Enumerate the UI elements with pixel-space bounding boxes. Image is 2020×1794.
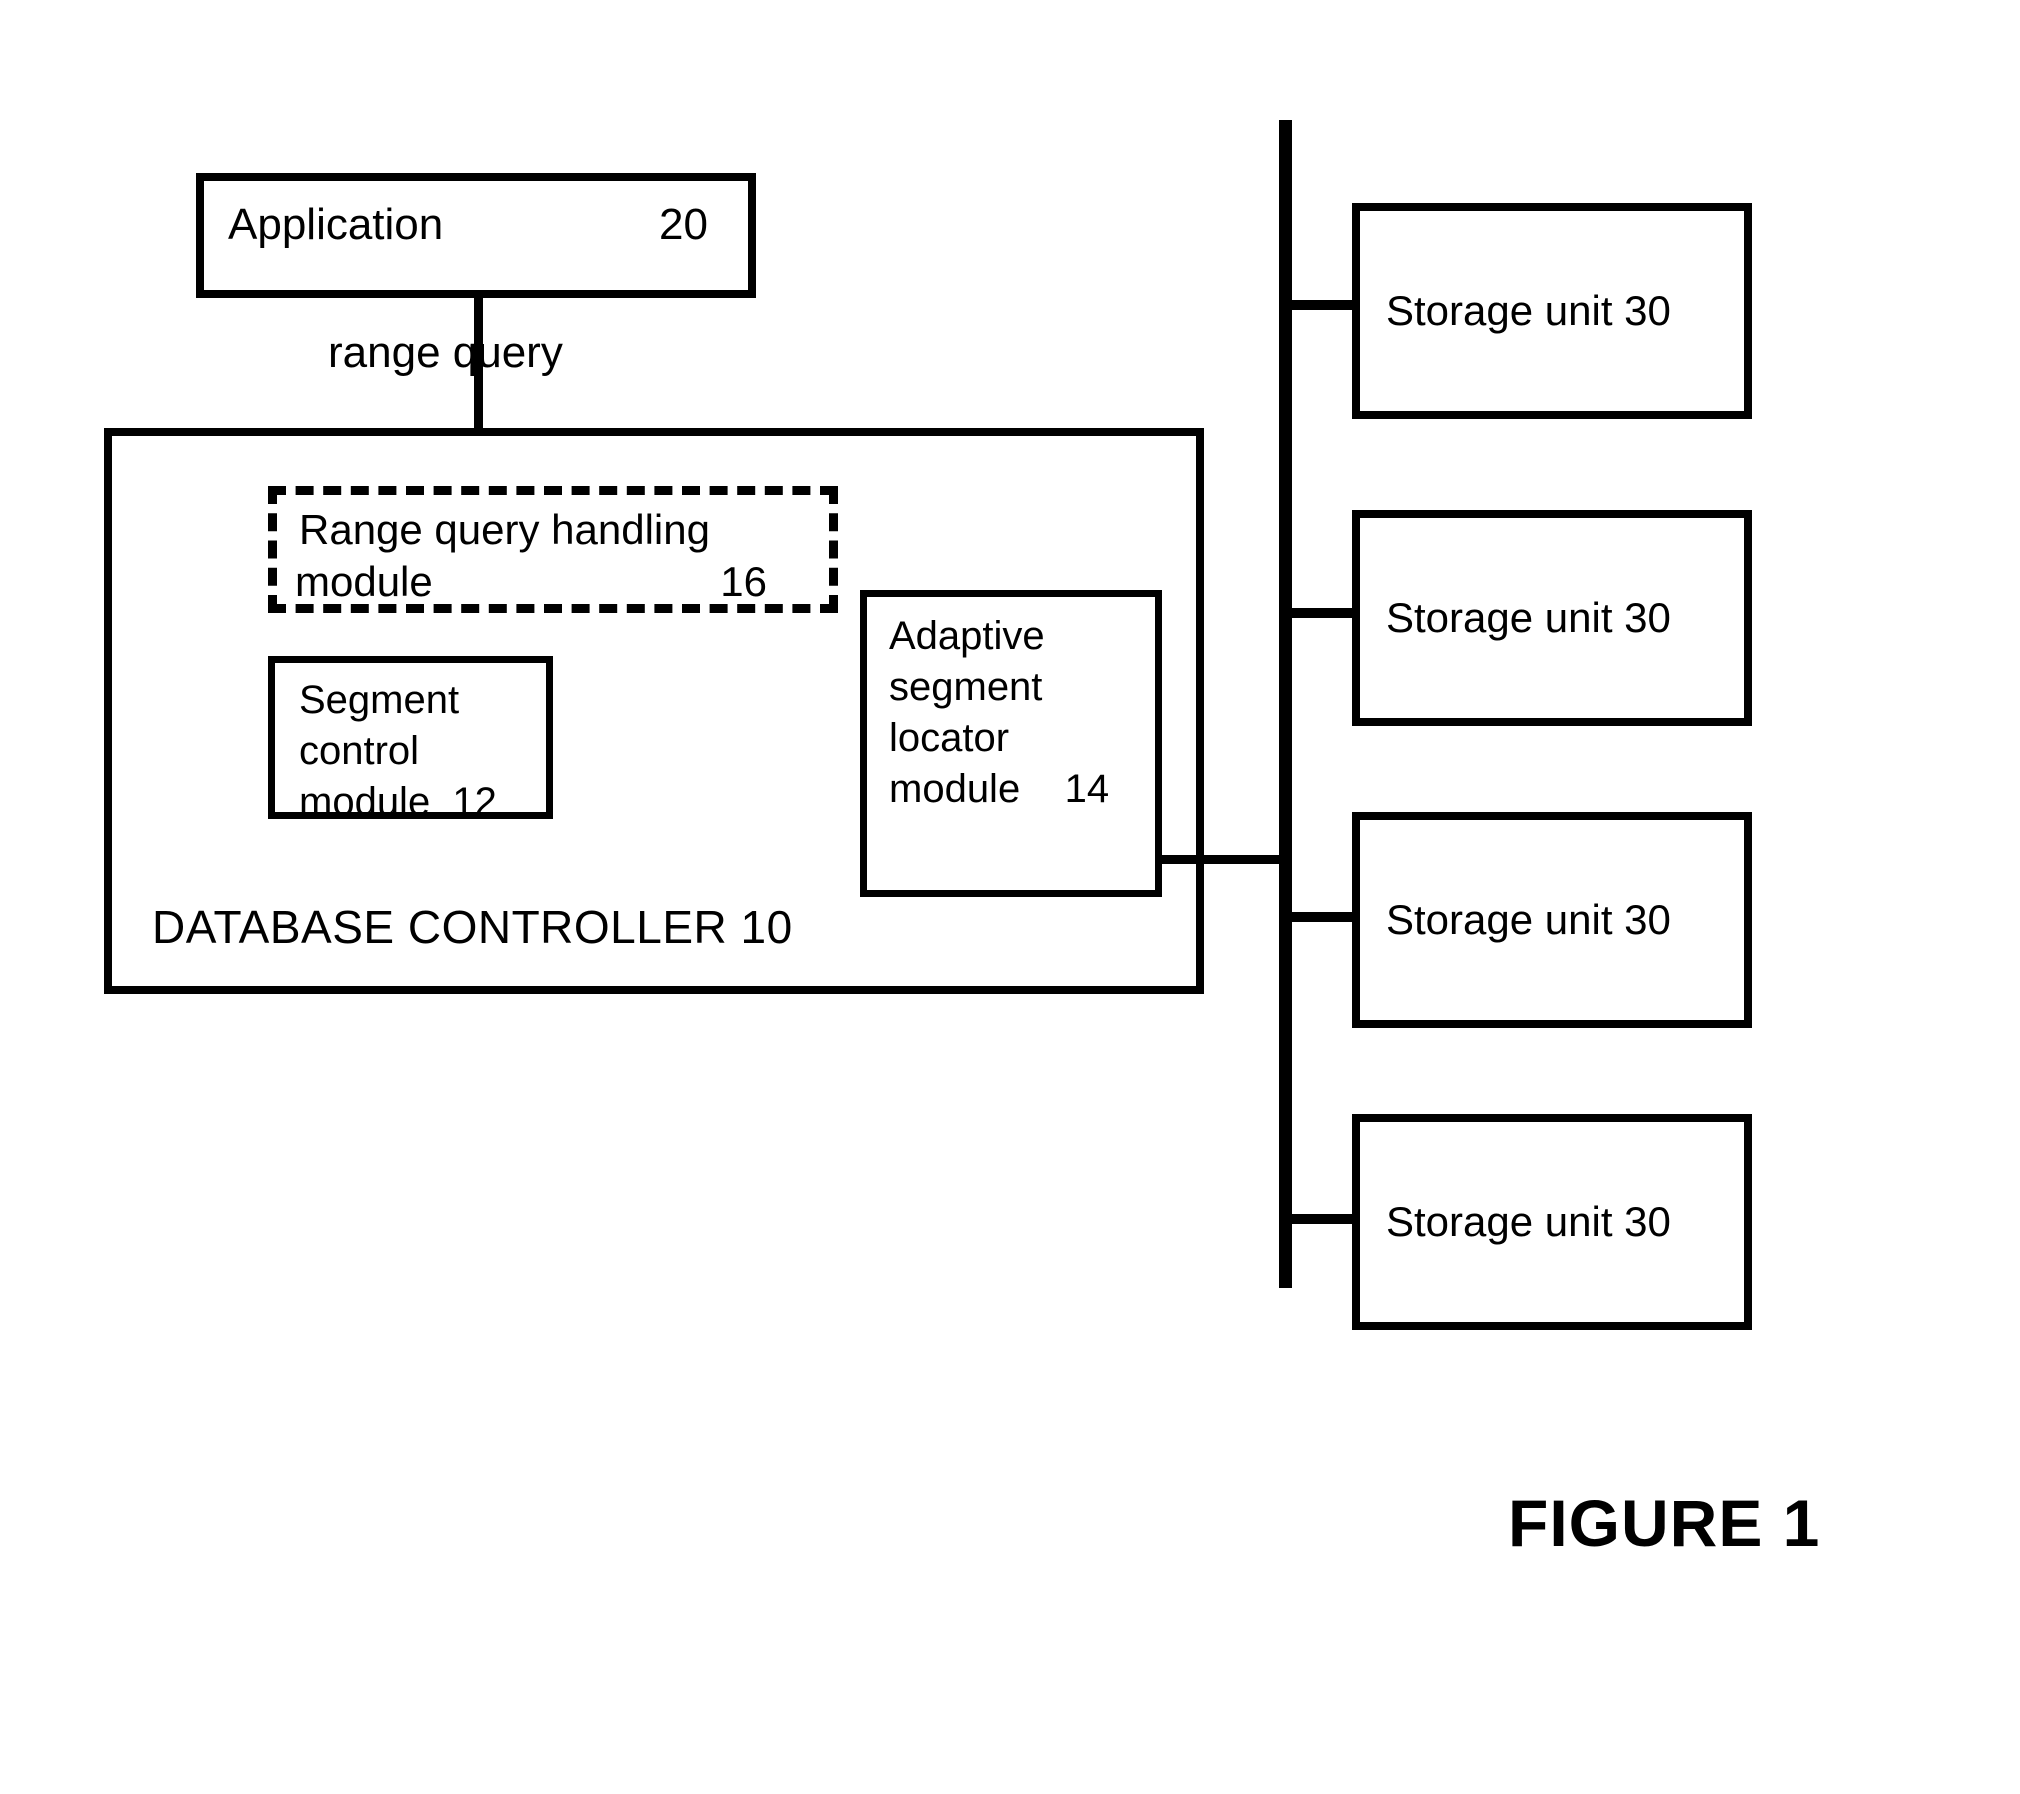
storage-unit-label-1: Storage unit 30 bbox=[1386, 287, 1671, 335]
range-query-handling-module-line1: Range query handling bbox=[299, 506, 710, 553]
locator-to-bus-connector bbox=[1160, 855, 1288, 864]
patent-figure-1: Application 20 range query DATABASE CONT… bbox=[0, 0, 2020, 1794]
bus-stub-storage-2 bbox=[1288, 608, 1360, 618]
storage-unit-box-3: Storage unit 30 bbox=[1352, 812, 1752, 1028]
bus-stub-storage-3 bbox=[1288, 912, 1360, 922]
segment-control-module-line2: control bbox=[299, 729, 420, 773]
adaptive-segment-locator-module-line4: module 14 bbox=[889, 767, 1110, 811]
storage-unit-box-2: Storage unit 30 bbox=[1352, 510, 1752, 726]
storage-unit-label-2: Storage unit 30 bbox=[1386, 594, 1671, 642]
application-ref-number: 20 bbox=[659, 200, 708, 249]
storage-unit-label-3: Storage unit 30 bbox=[1386, 896, 1671, 944]
segment-control-module-line3: module 12 bbox=[299, 780, 497, 824]
range-query-handling-module-box: Range query handling module 16 bbox=[268, 486, 838, 613]
range-query-handling-module-ref-number: 16 bbox=[720, 558, 767, 605]
storage-bus-line bbox=[1279, 120, 1292, 1288]
database-controller-caption: DATABASE CONTROLLER 10 bbox=[152, 901, 793, 953]
application-title: Application bbox=[228, 200, 444, 249]
adaptive-segment-locator-module-line1: Adaptive bbox=[889, 614, 1045, 658]
storage-unit-label-4: Storage unit 30 bbox=[1386, 1198, 1671, 1246]
segment-control-module-box: Segment control module 12 bbox=[268, 656, 553, 824]
segment-control-module-line1: Segment bbox=[299, 678, 460, 722]
adaptive-segment-locator-module-line2: segment bbox=[889, 665, 1043, 709]
adaptive-segment-locator-module-box: Adaptive segment locator module 14 bbox=[860, 590, 1162, 897]
adaptive-segment-locator-module-line3: locator bbox=[889, 716, 1010, 760]
figure-caption: FIGURE 1 bbox=[1508, 1486, 1821, 1560]
range-query-handling-module-line2: module bbox=[295, 558, 433, 605]
application-box: Application 20 bbox=[196, 173, 756, 298]
bus-stub-storage-4 bbox=[1288, 1214, 1360, 1224]
range-query-label: range query bbox=[328, 328, 563, 377]
storage-unit-box-1: Storage unit 30 bbox=[1352, 203, 1752, 419]
storage-unit-box-4: Storage unit 30 bbox=[1352, 1114, 1752, 1330]
bus-stub-storage-1 bbox=[1288, 300, 1360, 310]
